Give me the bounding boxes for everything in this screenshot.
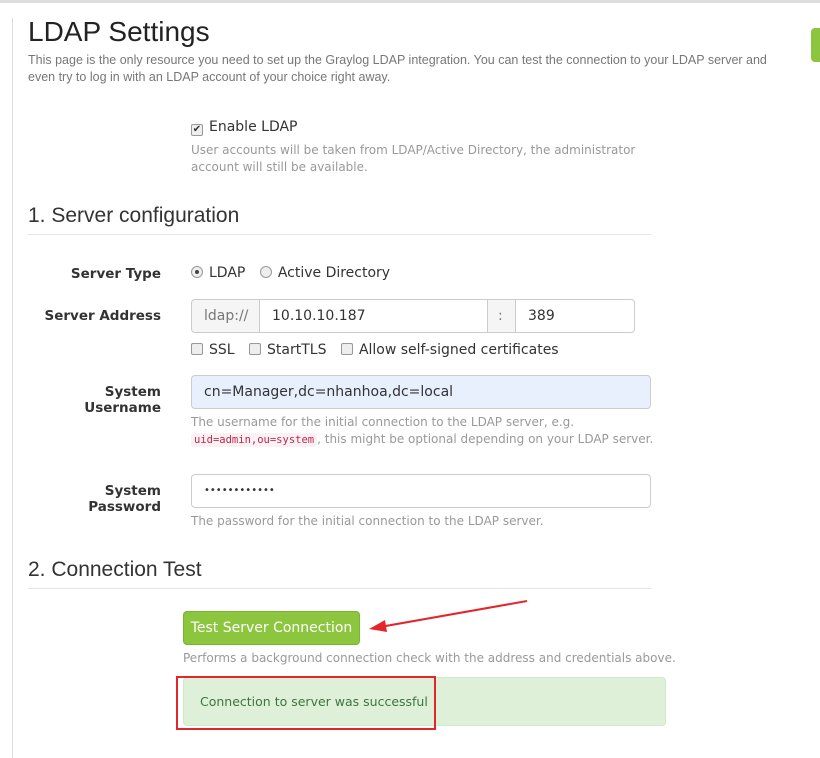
page-description: This page is the only resource you need …: [28, 53, 767, 84]
checkbox-icon: [340, 343, 353, 355]
side-action-button[interactable]: [811, 28, 820, 62]
left-border: [12, 18, 13, 758]
section-connection-test: 2. Connection Test: [28, 558, 651, 589]
radio-unselected-icon: [259, 266, 272, 278]
system-username-label: System Username: [84, 384, 161, 416]
system-username-input[interactable]: cn=Manager,dc=nhanhoa,dc=local: [191, 375, 651, 409]
server-port-input[interactable]: 389: [515, 299, 635, 333]
checkbox-icon: [249, 343, 262, 355]
enable-ldap-help: User accounts will be taken from LDAP/Ac…: [191, 143, 636, 174]
system-password-help: The password for the initial connection …: [191, 514, 544, 528]
radio-ldap[interactable]: LDAP: [191, 265, 245, 281]
checkbox-checked-icon: ✔: [191, 124, 203, 136]
annotation-arrow-icon: [369, 600, 528, 632]
checkbox-icon: [191, 343, 203, 355]
top-border: [0, 0, 820, 3]
enable-ldap-checkbox[interactable]: ✔ Enable LDAP: [191, 119, 298, 136]
server-address-label: Server Address: [44, 308, 161, 324]
annotation-highlight-box: [176, 676, 436, 730]
radio-active-directory[interactable]: Active Directory: [259, 265, 390, 281]
system-username-help: The username for the initial connection …: [191, 415, 654, 447]
port-separator: :: [487, 299, 516, 333]
self-signed-checkbox[interactable]: Allow self-signed certificates: [340, 342, 559, 358]
radio-selected-icon: [191, 266, 203, 278]
page-title: LDAP Settings: [28, 16, 210, 47]
test-server-connection-button[interactable]: Test Server Connection: [183, 611, 360, 645]
system-password-label: System Password: [88, 483, 161, 515]
server-type-label: Server Type: [70, 266, 161, 282]
server-host-input[interactable]: 10.10.10.187: [259, 299, 488, 333]
protocol-addon: ldap://: [191, 299, 260, 333]
example-code: uid=admin,ou=system: [191, 433, 318, 447]
section-server-configuration: 1. Server configuration: [28, 204, 651, 235]
starttls-checkbox[interactable]: StartTLS: [249, 342, 326, 358]
ssl-checkbox[interactable]: SSL: [191, 342, 235, 358]
test-help: Performs a background connection check w…: [183, 651, 676, 665]
system-password-input[interactable]: ••••••••••••: [191, 474, 651, 508]
